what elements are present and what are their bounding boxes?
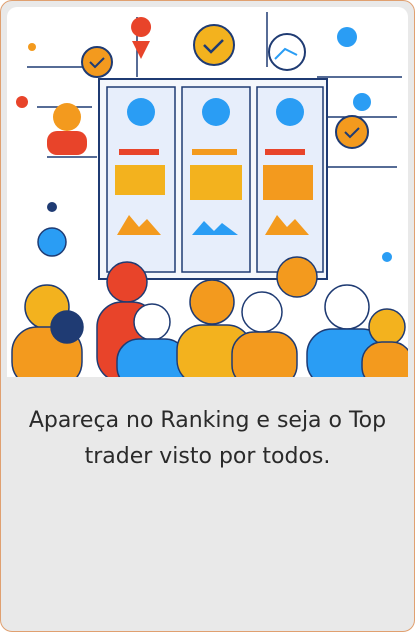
ranking-column xyxy=(256,86,324,273)
clock-icon xyxy=(81,46,113,78)
gauge-icon xyxy=(268,33,306,71)
check-badge-icon xyxy=(193,24,235,66)
location-pin-icon xyxy=(131,17,152,60)
ranking-illustration xyxy=(7,7,408,377)
person-avatar-icon xyxy=(47,103,87,155)
clock-icon xyxy=(335,115,369,149)
ranking-column xyxy=(106,86,176,273)
ranking-columns xyxy=(106,86,324,273)
ranking-promo-card[interactable]: Apareça no Ranking e seja o Top trader v… xyxy=(0,0,415,632)
card-caption: Apareça no Ranking e seja o Top trader v… xyxy=(28,408,387,469)
ranking-column xyxy=(181,86,251,273)
